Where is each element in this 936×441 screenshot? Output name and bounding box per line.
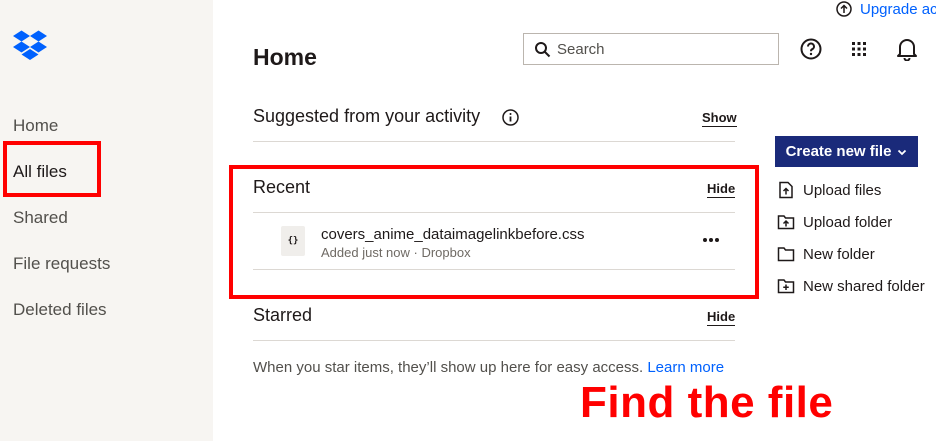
new-folder-action[interactable]: New folder xyxy=(777,245,875,263)
new-shared-folder-action[interactable]: New shared folder xyxy=(777,277,925,295)
upload-file-icon xyxy=(779,181,793,199)
more-dot-icon xyxy=(703,238,707,242)
upload-files-label: Upload files xyxy=(803,181,882,199)
sidebar: Home All files Shared File requests Dele… xyxy=(0,0,213,441)
dropbox-logo-icon[interactable] xyxy=(13,30,47,60)
help-button[interactable] xyxy=(798,36,824,62)
sidebar-item-home[interactable]: Home xyxy=(13,116,58,136)
learn-more-link[interactable]: Learn more xyxy=(647,359,724,376)
page-title: Home xyxy=(253,44,317,70)
upgrade-label: Upgrade ac xyxy=(860,0,936,18)
hide-starred-button[interactable]: Hide xyxy=(707,309,736,326)
search-icon xyxy=(535,41,551,57)
new-shared-folder-label: New shared folder xyxy=(803,277,925,295)
folder-icon xyxy=(777,247,795,262)
info-icon[interactable] xyxy=(502,109,519,126)
divider xyxy=(253,269,735,270)
search-box[interactable] xyxy=(523,33,779,65)
divider xyxy=(253,340,735,341)
create-new-file-label: Create new file xyxy=(785,143,892,160)
apps-grid-button[interactable] xyxy=(846,36,872,62)
annotation-text: Find the file xyxy=(580,378,834,427)
divider xyxy=(253,212,735,213)
divider xyxy=(253,141,735,142)
upgrade-arrow-icon xyxy=(836,1,852,17)
recent-file-meta: Added just now · Dropbox xyxy=(321,245,471,260)
help-icon xyxy=(800,38,822,60)
search-input[interactable] xyxy=(557,40,757,58)
notifications-button[interactable] xyxy=(894,36,920,62)
starred-empty-message: When you star items, they’ll show up her… xyxy=(253,359,724,376)
upload-files-action[interactable]: Upload files xyxy=(777,181,881,199)
sidebar-item-all-files[interactable]: All files xyxy=(13,162,67,182)
hide-recent-button[interactable]: Hide xyxy=(707,181,736,198)
recent-section-title: Recent xyxy=(253,177,311,197)
sidebar-item-file-requests[interactable]: File requests xyxy=(13,254,110,274)
more-dot-icon xyxy=(715,238,719,242)
show-suggested-button[interactable]: Show xyxy=(702,110,737,127)
sidebar-item-shared[interactable]: Shared xyxy=(13,208,68,228)
css-file-icon: {} xyxy=(281,226,305,256)
sidebar-item-deleted-files[interactable]: Deleted files xyxy=(13,300,107,320)
upgrade-account-link[interactable]: Upgrade ac xyxy=(836,0,936,18)
starred-empty-text: When you star items, they’ll show up her… xyxy=(253,359,644,376)
chevron-down-icon xyxy=(898,149,907,155)
shared-folder-icon xyxy=(777,279,795,294)
create-new-file-button[interactable]: Create new file xyxy=(775,136,918,167)
recent-file-name[interactable]: covers_anime_dataimagelinkbefore.css xyxy=(321,226,584,243)
upload-folder-action[interactable]: Upload folder xyxy=(777,213,892,231)
starred-section-title: Starred xyxy=(253,305,313,325)
suggested-section-title: Suggested from your activity xyxy=(253,106,481,126)
bell-icon xyxy=(897,39,917,61)
new-folder-label: New folder xyxy=(803,245,875,263)
upload-folder-label: Upload folder xyxy=(803,213,893,231)
more-options-button[interactable] xyxy=(699,231,723,249)
more-dot-icon xyxy=(709,238,713,242)
apps-grid-icon xyxy=(852,42,866,56)
upload-folder-icon xyxy=(777,215,795,230)
